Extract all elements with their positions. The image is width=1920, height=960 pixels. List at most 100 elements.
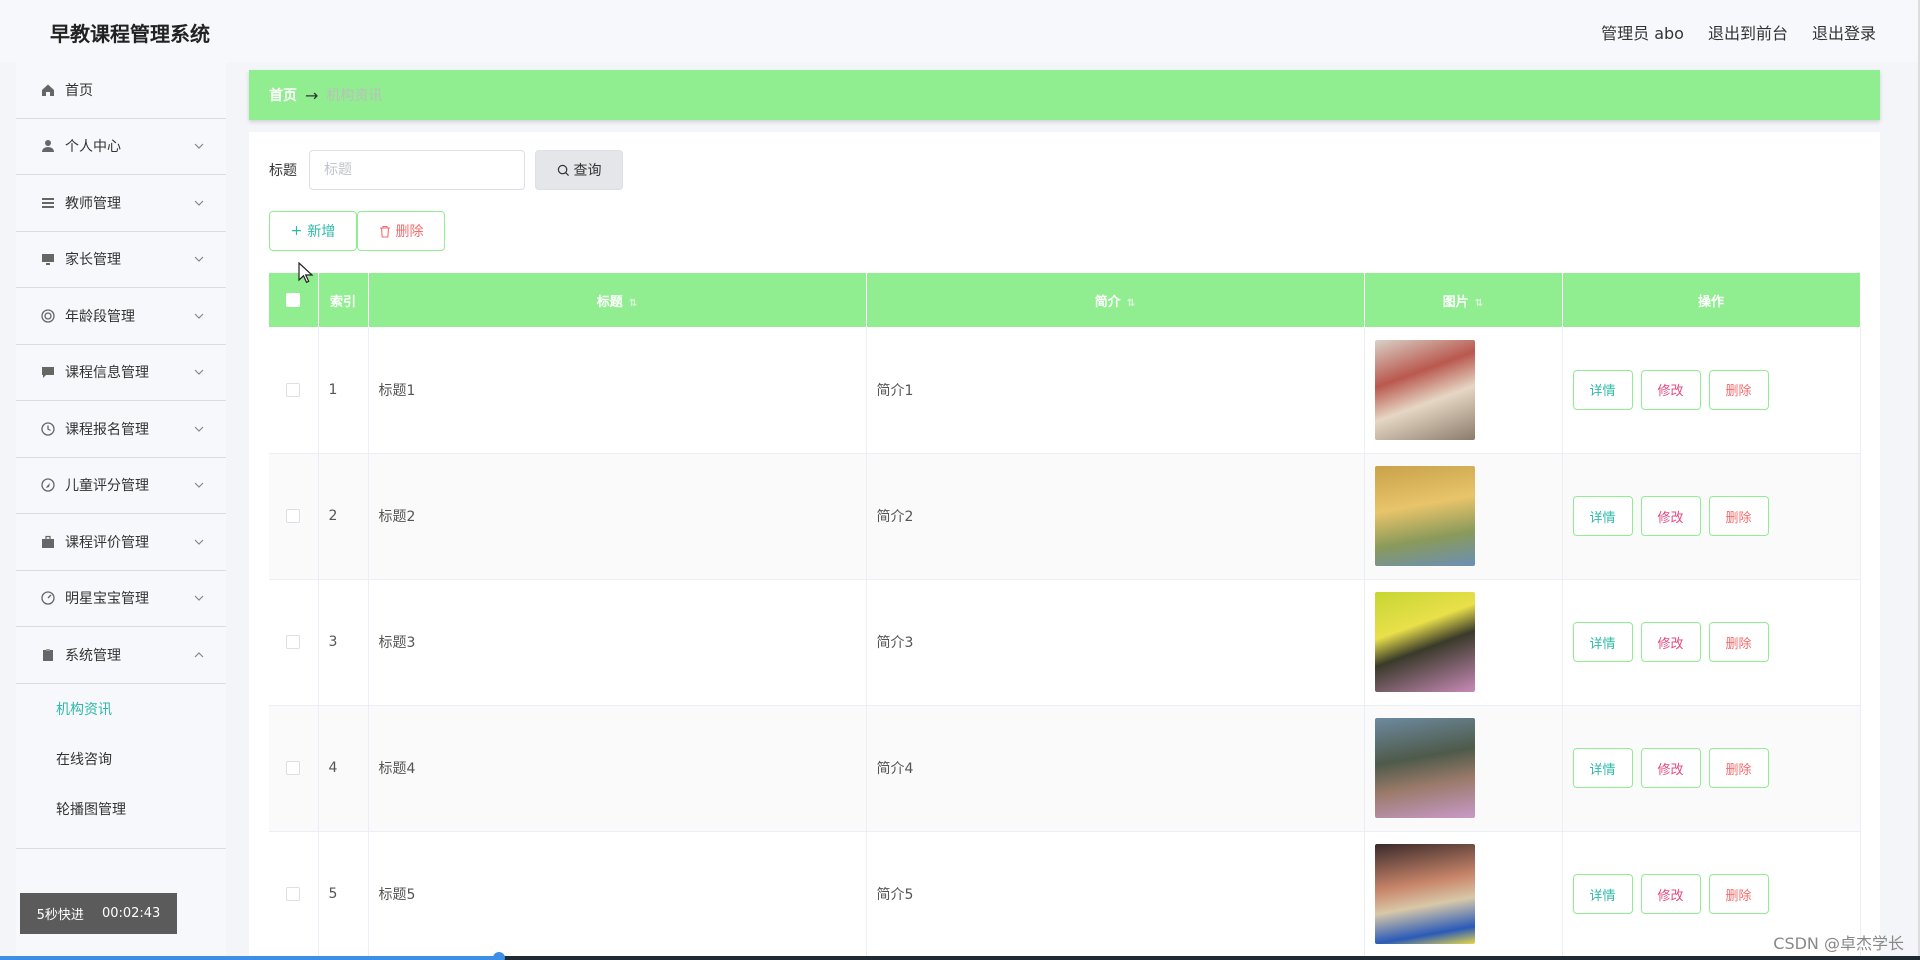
breadcrumb: 首页 → 机构资讯 — [249, 70, 1880, 120]
edit-button[interactable]: 修改 — [1640, 369, 1701, 410]
chevron-down-icon — [192, 478, 206, 492]
edit-button[interactable]: 修改 — [1640, 622, 1701, 662]
detail-button[interactable]: 详情 — [1572, 748, 1633, 788]
chat-icon — [40, 364, 56, 380]
detail-button[interactable]: 详情 — [1572, 496, 1633, 536]
cell-index: 1 — [318, 327, 369, 454]
sidebar-item-label: 系统管理 — [65, 647, 121, 664]
admin-label: 管理员 abo — [1601, 24, 1684, 43]
header-links: 管理员 abo 退出到前台 退出登录 — [1601, 20, 1876, 44]
cell-image — [1364, 831, 1563, 958]
add-button-label: 新增 — [307, 224, 336, 240]
sidebar-item-10[interactable]: 系统管理 — [16, 627, 226, 684]
cell-intro: 简介3 — [866, 579, 1365, 706]
sidebar-item-0[interactable]: 首页 — [16, 62, 226, 119]
delete-button[interactable]: 删除 — [1708, 496, 1769, 536]
row-checkbox[interactable] — [286, 382, 301, 397]
row-select-cell — [269, 579, 319, 706]
gauge-icon — [40, 590, 56, 606]
search-input[interactable] — [309, 150, 525, 190]
row-checkbox[interactable] — [286, 761, 301, 775]
row-select-cell — [269, 831, 319, 958]
thumbnail-image[interactable] — [1374, 844, 1475, 944]
cell-intro: 简介1 — [866, 327, 1365, 454]
col-image-label: 图片 — [1442, 294, 1469, 310]
sidebar-item-label: 年龄段管理 — [65, 308, 135, 325]
delete-button[interactable]: 删除 — [1708, 369, 1769, 410]
table-row: 1 标题1 简介1 详情 修改 删除 — [269, 327, 1861, 454]
thumbnail-image[interactable] — [1374, 466, 1475, 566]
sidebar-item-1[interactable]: 个人中心 — [16, 119, 226, 175]
table-row: 3 标题3 简介3 详情 修改 删除 — [269, 579, 1861, 706]
system-submenu: 机构资讯 在线咨询 轮播图管理 — [16, 684, 226, 849]
sidebar-item-2[interactable]: 教师管理 — [16, 175, 226, 232]
col-intro[interactable]: 简介 ⇅ — [866, 273, 1365, 327]
to-front-link[interactable]: 退出到前台 — [1708, 20, 1788, 44]
cell-title: 标题1 — [368, 327, 867, 454]
delete-button[interactable]: 删除 — [1708, 874, 1769, 914]
detail-button[interactable]: 详情 — [1572, 369, 1633, 410]
submenu-item-2[interactable]: 轮播图管理 — [16, 784, 226, 834]
sidebar-item-8[interactable]: 课程评价管理 — [16, 514, 226, 571]
main-panel: 标题 查询 + 新增 删除 索引 标题 ⇅ 简介 ⇅ 图片 ⇅ — [249, 132, 1880, 960]
sidebar-item-5[interactable]: 课程信息管理 — [16, 345, 226, 401]
breadcrumb-home[interactable]: 首页 — [269, 85, 297, 105]
cell-image — [1364, 453, 1563, 580]
cell-index: 2 — [318, 453, 369, 580]
thumbnail-image[interactable] — [1374, 718, 1475, 818]
sidebar: 首页 个人中心 教师管理 家长管理年龄段管理课程信息管理课程报名管理儿童评分管理 课程评… — [16, 62, 226, 960]
col-image[interactable]: 图片 ⇅ — [1364, 273, 1563, 327]
video-progress-bar[interactable] — [0, 952, 1920, 960]
row-checkbox[interactable] — [286, 635, 301, 649]
sidebar-item-4[interactable]: 年龄段管理 — [16, 288, 226, 345]
edit-button[interactable]: 修改 — [1640, 874, 1701, 914]
speed-label: 5秒快进 — [36, 908, 84, 923]
sort-icon: ⇅ — [1126, 297, 1136, 309]
thumbnail-image[interactable] — [1374, 592, 1475, 692]
cell-index: 5 — [318, 831, 369, 958]
app-title: 早教课程管理系统 — [50, 22, 210, 46]
watermark: CSDN @卓杰学长 — [1773, 934, 1904, 953]
sidebar-item-3[interactable]: 家长管理 — [16, 232, 226, 288]
row-checkbox[interactable] — [286, 887, 301, 901]
edit-button[interactable]: 修改 — [1640, 496, 1701, 536]
list-icon — [40, 195, 56, 211]
chevron-down-icon — [192, 252, 206, 266]
search-label: 标题 — [269, 163, 297, 179]
chevron-down-icon — [192, 196, 206, 210]
sidebar-item-9[interactable]: 明星宝宝管理 — [16, 571, 226, 627]
thumbnail-image[interactable] — [1374, 339, 1475, 440]
delete-button[interactable]: 删除 — [1708, 748, 1769, 788]
action-row: + 新增 删除 — [269, 211, 445, 251]
sidebar-item-6[interactable]: 课程报名管理 — [16, 401, 226, 458]
row-select-cell — [269, 453, 319, 580]
user-icon — [40, 138, 56, 154]
search-button[interactable]: 查询 — [535, 150, 623, 190]
cell-index: 4 — [318, 705, 369, 832]
search-button-label: 查询 — [573, 163, 602, 179]
sidebar-item-7[interactable]: 儿童评分管理 — [16, 458, 226, 514]
edit-button[interactable]: 修改 — [1640, 748, 1701, 788]
delete-button[interactable]: 删除 — [1708, 622, 1769, 662]
detail-button[interactable]: 详情 — [1572, 622, 1633, 662]
batch-delete-button[interactable]: 删除 — [357, 211, 445, 251]
select-all-checkbox[interactable] — [286, 293, 301, 307]
chevron-down-icon — [192, 535, 206, 549]
col-title[interactable]: 标题 ⇅ — [368, 273, 867, 327]
sidebar-item-label: 明星宝宝管理 — [65, 591, 149, 608]
sidebar-item-label: 课程报名管理 — [65, 421, 149, 438]
clock-icon — [40, 421, 56, 437]
add-button[interactable]: + 新增 — [269, 211, 357, 251]
cell-index: 3 — [318, 579, 369, 706]
search-icon — [557, 164, 569, 176]
logout-link[interactable]: 退出登录 — [1812, 20, 1876, 44]
compass-icon — [40, 477, 56, 493]
submenu-item-1[interactable]: 在线咨询 — [16, 734, 226, 784]
detail-button[interactable]: 详情 — [1572, 874, 1633, 914]
chevron-down-icon — [192, 309, 206, 323]
row-checkbox[interactable] — [286, 509, 301, 523]
col-title-label: 标题 — [596, 294, 623, 310]
arrow-right-icon: → — [305, 85, 319, 105]
progress-knob[interactable] — [493, 952, 506, 960]
submenu-item-0[interactable]: 机构资讯 — [16, 684, 226, 734]
